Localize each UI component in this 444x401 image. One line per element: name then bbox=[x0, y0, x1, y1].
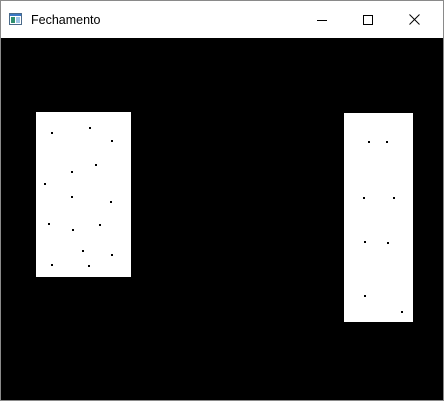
dot bbox=[99, 224, 101, 226]
close-icon bbox=[408, 14, 420, 25]
dot bbox=[111, 254, 113, 256]
maximize-button[interactable] bbox=[345, 1, 391, 38]
app-window-icon bbox=[9, 13, 22, 25]
dot bbox=[387, 242, 389, 244]
dot bbox=[48, 223, 50, 225]
close-button[interactable] bbox=[391, 1, 437, 38]
dot bbox=[72, 229, 74, 231]
left-white-region bbox=[36, 112, 131, 277]
dot bbox=[363, 197, 365, 199]
right-white-region bbox=[344, 113, 413, 322]
window-title: Fechamento bbox=[31, 13, 101, 27]
dot bbox=[82, 250, 84, 252]
dot bbox=[364, 295, 366, 297]
dot bbox=[401, 311, 403, 313]
image-canvas bbox=[1, 38, 443, 400]
minimize-icon bbox=[317, 19, 327, 21]
maximize-icon bbox=[363, 14, 373, 25]
title-bar[interactable]: Fechamento bbox=[1, 1, 443, 38]
dot bbox=[44, 183, 46, 185]
dot bbox=[386, 141, 388, 143]
dot bbox=[393, 197, 395, 199]
dot bbox=[88, 265, 90, 267]
dot bbox=[71, 196, 73, 198]
dot bbox=[110, 201, 112, 203]
dot bbox=[364, 241, 366, 243]
dot bbox=[51, 132, 53, 134]
minimize-button[interactable] bbox=[299, 1, 345, 38]
dot bbox=[71, 171, 73, 173]
dot bbox=[51, 264, 53, 266]
dot bbox=[111, 140, 113, 142]
dot bbox=[368, 141, 370, 143]
dot bbox=[95, 164, 97, 166]
app-window: Fechamento bbox=[0, 0, 444, 401]
dot bbox=[89, 127, 91, 129]
